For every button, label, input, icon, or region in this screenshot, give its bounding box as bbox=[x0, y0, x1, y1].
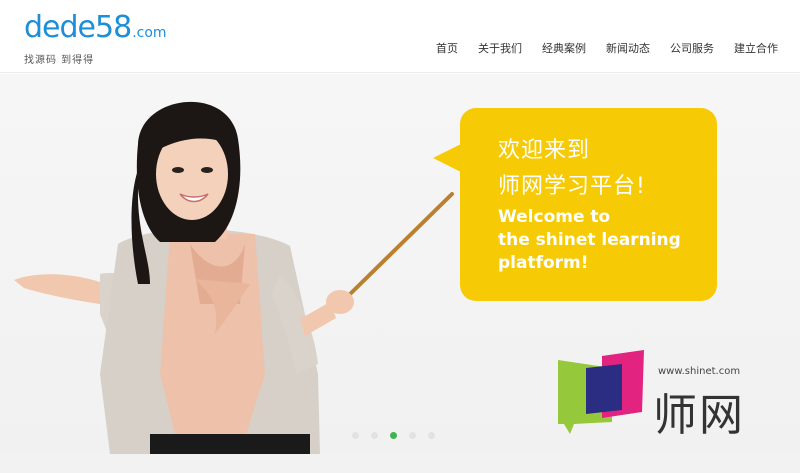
slider-dot[interactable] bbox=[371, 432, 378, 439]
brand-name: 师网 bbox=[653, 390, 745, 441]
logo-text-main: dede bbox=[24, 10, 96, 45]
nav-item-about[interactable]: 关于我们 bbox=[468, 40, 532, 56]
nav-item-cooperation[interactable]: 建立合作 bbox=[724, 40, 788, 56]
brand-url: www.shinet.com bbox=[658, 366, 741, 377]
speech-bubble-tail bbox=[433, 144, 461, 172]
bubble-en-line2: the shinet learning bbox=[498, 230, 681, 250]
bubble-zh-line1: 欢迎来到 bbox=[498, 138, 591, 163]
slider-dot[interactable] bbox=[428, 432, 435, 439]
logo-text-domain: .com bbox=[132, 25, 167, 41]
speech-bubble: 欢迎来到 师网学习平台! Welcome to the shinet learn… bbox=[460, 108, 717, 301]
bubble-en-line3: platform! bbox=[498, 253, 589, 273]
slider-dot[interactable] bbox=[352, 432, 359, 439]
banner-bottom-strip bbox=[0, 454, 800, 473]
nav-item-cases[interactable]: 经典案例 bbox=[532, 40, 596, 56]
bubble-zh-line2: 师网学习平台! bbox=[498, 174, 646, 199]
bubble-en-line1: Welcome to bbox=[498, 207, 611, 227]
logo-wordmark: dede58.com bbox=[24, 12, 174, 49]
nav-item-services[interactable]: 公司服务 bbox=[660, 40, 724, 56]
teacher-illustration bbox=[14, 101, 454, 454]
logo-text-num: 58 bbox=[95, 10, 132, 45]
site-logo[interactable]: dede58.com 找源码 到得得 bbox=[24, 12, 174, 67]
main-nav: 首页 关于我们 经典案例 新闻动态 公司服务 建立合作 bbox=[426, 40, 788, 56]
nav-item-news[interactable]: 新闻动态 bbox=[596, 40, 660, 56]
nav-item-home[interactable]: 首页 bbox=[426, 40, 468, 56]
site-header: dede58.com 找源码 到得得 首页 关于我们 经典案例 新闻动态 公司服… bbox=[0, 0, 800, 73]
shinet-logo-icon bbox=[558, 350, 644, 434]
logo-tagline: 找源码 到得得 bbox=[24, 55, 95, 66]
slider-dot[interactable] bbox=[409, 432, 416, 439]
slider-dot-active[interactable] bbox=[390, 432, 397, 439]
slider-pagination bbox=[352, 432, 435, 439]
hero-banner[interactable]: 欢迎来到 师网学习平台! Welcome to the shinet learn… bbox=[0, 74, 800, 454]
